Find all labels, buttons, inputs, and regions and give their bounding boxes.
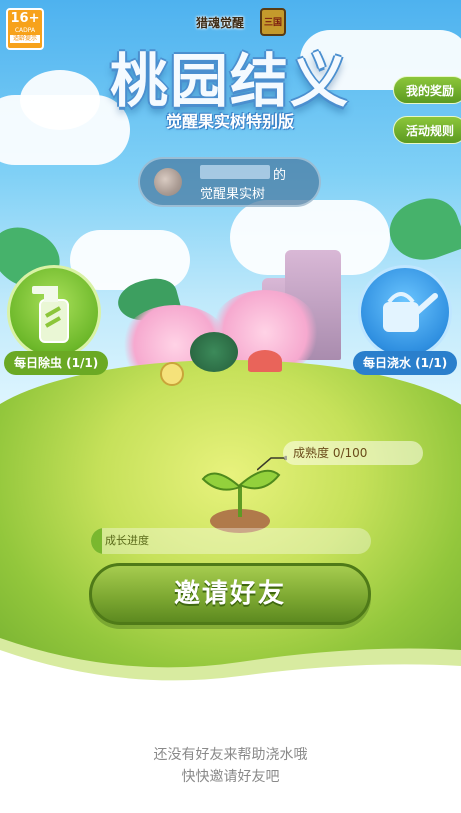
owner-suffix: 的 (273, 168, 287, 183)
growth-progress-bar: 成长进度 (91, 528, 371, 554)
my-rewards-button[interactable]: 我的奖励 (393, 76, 461, 104)
tree-name: 觉醒果实树 (200, 187, 266, 202)
age-rating-badge: 16+ CADPA 适龄提示 (6, 8, 44, 50)
game-logo: 猎魂觉醒 (195, 16, 244, 30)
berry-bush (190, 332, 238, 372)
spray-bottle-icon (32, 286, 69, 343)
owner-name-blurred (200, 165, 270, 179)
daily-debug-label[interactable]: 每日除虫 (1/1) (4, 351, 109, 375)
mushroom (248, 350, 282, 372)
page: 16+ CADPA 适龄提示 猎魂觉醒 三国 桃园结义 觉醒果实树特别版 我的奖… (0, 0, 461, 813)
age-rating-number: 16+ (10, 11, 40, 26)
page-title: 桃园结义 (109, 47, 350, 115)
tip-line-1: 还没有好友来帮助浇水哦 (153, 747, 308, 763)
invite-friends-button[interactable]: 邀请好友 (89, 563, 371, 625)
cloud (20, 70, 100, 130)
age-rating-text: 适龄提示 (10, 35, 40, 43)
maturity-value: 0/100 (332, 446, 368, 460)
growth-progress-label: 成长进度 (105, 534, 149, 547)
activity-rules-button[interactable]: 活动规则 (393, 116, 461, 144)
tip-line-2: 快快邀请好友吧 (181, 769, 280, 785)
daily-water-label[interactable]: 每日浇水 (1/1) (353, 351, 458, 375)
maturity-label: 成熟度 (293, 446, 330, 460)
daily-water-task[interactable]: 每日浇水 (1/1) (353, 265, 458, 375)
daily-debug-circle[interactable] (7, 265, 101, 359)
age-rating-code: CADPA (14, 27, 36, 34)
avatar (154, 168, 182, 196)
daily-water-circle[interactable] (358, 265, 452, 359)
maturity-indicator: 成熟度 0/100 (283, 441, 423, 465)
growth-progress-fill (91, 528, 103, 554)
snail (160, 362, 184, 386)
partner-logo: 三国 (260, 8, 286, 36)
page-subtitle: 觉醒果实树特别版 (165, 112, 294, 131)
watering-can-icon (383, 292, 438, 332)
tree-owner-pill: 的 觉醒果实树 (138, 157, 321, 207)
daily-debug-task[interactable]: 每日除虫 (1/1) (4, 265, 109, 375)
